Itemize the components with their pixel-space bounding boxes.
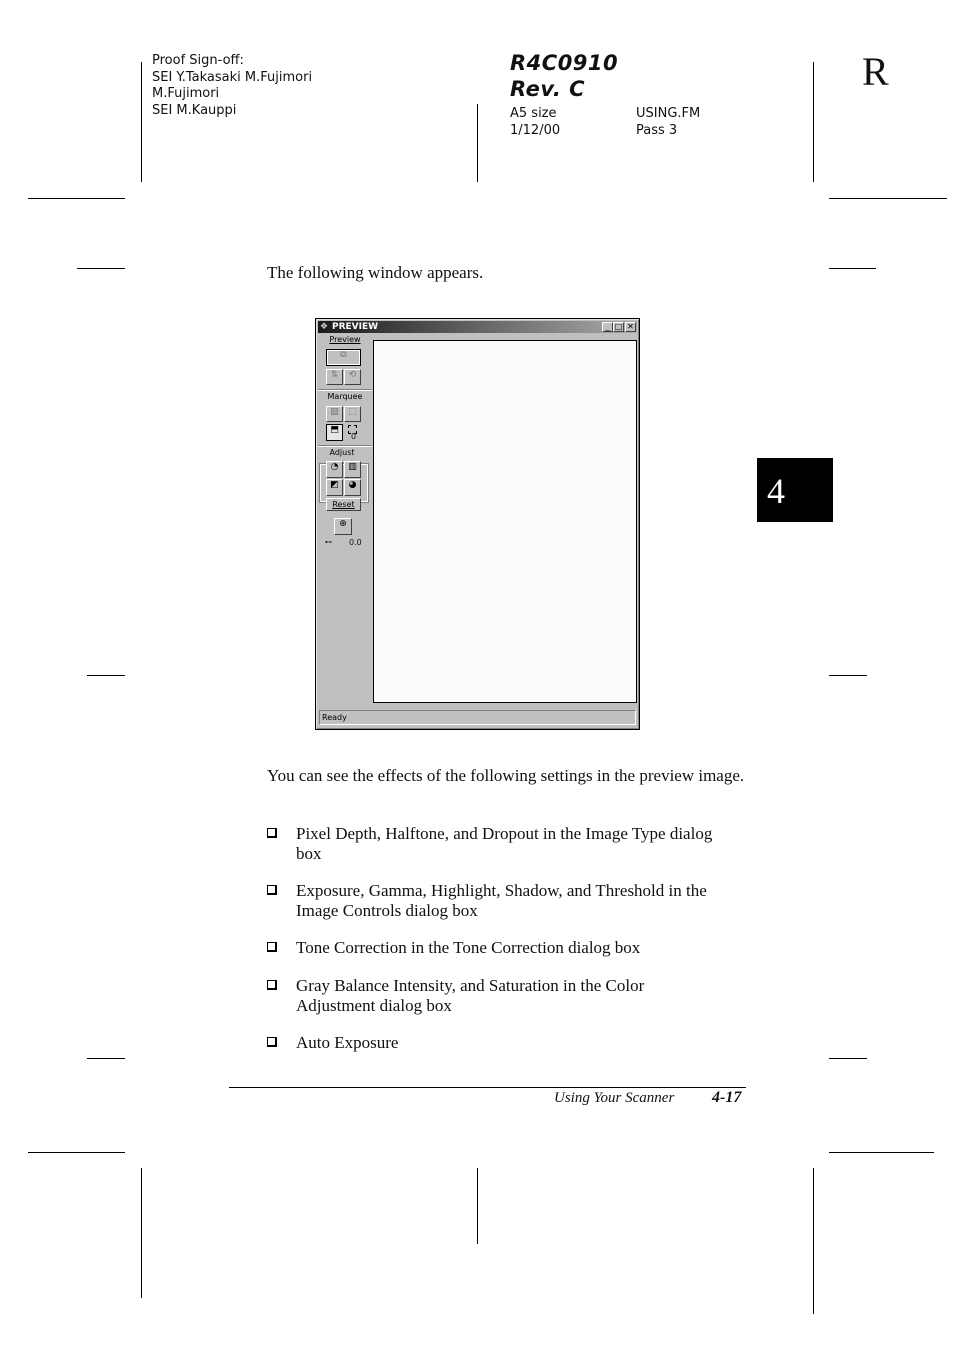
proof-line: SEI Y.Takasaki M.Fujimori bbox=[152, 69, 313, 85]
preview-canvas[interactable] bbox=[373, 340, 637, 703]
crop-mark bbox=[87, 675, 125, 676]
checkbox-bullet-icon bbox=[267, 942, 277, 952]
duplicate-marquee-icon: ⬚ bbox=[348, 407, 357, 417]
tone-correction-button[interactable]: ◩ bbox=[326, 479, 343, 496]
bullet-line: box bbox=[296, 844, 322, 863]
doc-code-block: R4C0910 Rev. C bbox=[510, 50, 618, 102]
crop-mark bbox=[829, 675, 867, 676]
zoom-preview-icon: ⧉ bbox=[340, 350, 347, 360]
bullet-line: Adjustment dialog box bbox=[296, 996, 452, 1015]
status-bar: Ready bbox=[319, 710, 636, 725]
crop-mark bbox=[141, 62, 142, 182]
marquee-count: 0 bbox=[351, 432, 357, 441]
auto-exposure-icon: ◔ bbox=[330, 462, 339, 472]
crop-mark bbox=[141, 1168, 142, 1298]
marquee-section-label: Marquee bbox=[327, 392, 363, 401]
separator bbox=[318, 445, 372, 447]
crop-mark bbox=[28, 198, 125, 199]
crop-mark bbox=[829, 268, 876, 269]
reset-button[interactable]: Reset bbox=[326, 498, 361, 511]
pass: Pass 3 bbox=[636, 122, 678, 138]
zoom-value: 0.0 bbox=[349, 538, 362, 547]
marquee-tool-icon: ⬒ bbox=[330, 425, 339, 435]
checkbox-bullet-icon bbox=[267, 980, 277, 990]
window-title: PREVIEW bbox=[332, 322, 379, 332]
crop-mark bbox=[829, 1058, 867, 1059]
bullet-item: Gray Balance Intensity, and Saturation i… bbox=[296, 976, 756, 1016]
color-adjustment-button[interactable]: ◕ bbox=[344, 479, 361, 496]
crop-mark bbox=[477, 104, 478, 182]
delete-marquee-button[interactable]: ▨ bbox=[326, 406, 343, 422]
title-bar: ❖ PREVIEW _ □ ✕ bbox=[318, 321, 637, 333]
tone-curve-icon: ◩ bbox=[330, 480, 339, 490]
intro-text: The following window appears. bbox=[267, 263, 484, 282]
zoom-view-button[interactable]: ⊕ bbox=[334, 518, 352, 535]
crop-mark bbox=[87, 1058, 125, 1059]
preview-section-label: Preview bbox=[329, 335, 361, 344]
zoom-icon: ⟲ bbox=[348, 370, 357, 380]
corner-letter: R bbox=[862, 49, 889, 94]
file-name: USING.FM bbox=[636, 106, 701, 121]
close-button[interactable]: ✕ bbox=[625, 322, 636, 332]
minimize-button[interactable]: _ bbox=[602, 322, 613, 332]
checkbox-bullet-icon bbox=[267, 885, 277, 895]
bullet-line: Gray Balance Intensity, and Saturation i… bbox=[296, 976, 645, 995]
bullet-line: Image Controls dialog box bbox=[296, 901, 478, 920]
bullet-line: Exposure, Gamma, Highlight, Shadow, and … bbox=[296, 881, 707, 900]
description-paragraph: You can see the effects of the following… bbox=[267, 766, 745, 785]
auto-exposure-button[interactable]: ◔ bbox=[326, 461, 343, 478]
bullet-line: Pixel Depth, Halftone, and Dropout in th… bbox=[296, 824, 713, 843]
chapter-number: 4 bbox=[767, 471, 785, 511]
crop-mark bbox=[829, 198, 947, 199]
crop-mark bbox=[813, 62, 814, 182]
checkbox-bullet-icon bbox=[267, 828, 277, 838]
bullet-line: Auto Exposure bbox=[296, 1033, 399, 1052]
duplicate-marquee-button[interactable]: ⬚ bbox=[344, 406, 361, 422]
image-controls-icon: ▥ bbox=[348, 462, 357, 472]
bullet-item: Pixel Depth, Halftone, and Dropout in th… bbox=[296, 824, 756, 864]
crop-mark bbox=[477, 1168, 478, 1244]
footer-section: Using Your Scanner bbox=[554, 1090, 675, 1106]
auto-locate-icon: ⇅ bbox=[330, 370, 339, 380]
delete-marquee-icon: ▨ bbox=[330, 407, 339, 417]
bullet-line: Tone Correction in the Tone Correction d… bbox=[296, 938, 641, 957]
auto-locate-button[interactable]: ⇅ bbox=[326, 369, 343, 385]
app-icon: ❖ bbox=[320, 321, 329, 331]
adjust-section-label: Adjust bbox=[329, 448, 355, 457]
doc-code: R4C0910 bbox=[510, 51, 619, 75]
crop-mark bbox=[28, 1152, 125, 1153]
magnifier-icon: ⊕ bbox=[339, 519, 347, 529]
proof-line: SEI M.Kauppi bbox=[152, 102, 237, 118]
bullet-item: Auto Exposure bbox=[296, 1033, 756, 1053]
meta-right: USING.FM Pass 3 bbox=[636, 106, 700, 139]
chapter-tab: 4 bbox=[757, 458, 833, 522]
image-controls-button[interactable]: ▥ bbox=[344, 461, 361, 478]
marquee-tool-button[interactable]: ⬒ bbox=[326, 424, 343, 441]
date: 1/12/00 bbox=[510, 122, 561, 138]
preview-window: ❖ PREVIEW _ □ ✕ Preview ⧉ ⇅ ⟲ Marquee ▨ … bbox=[315, 318, 640, 730]
color-wheel-icon: ◕ bbox=[348, 480, 357, 490]
footer-rule bbox=[229, 1087, 746, 1088]
crop-mark bbox=[829, 1152, 934, 1153]
proof-signoff: Proof Sign-off: SEI Y.Takasaki M.Fujimor… bbox=[152, 53, 312, 119]
meta-left: A5 size 1/12/00 bbox=[510, 106, 560, 139]
proof-line: Proof Sign-off: bbox=[152, 53, 244, 68]
proof-line: M.Fujimori bbox=[152, 86, 220, 101]
separator bbox=[318, 389, 372, 391]
checkbox-bullet-icon bbox=[267, 1037, 277, 1047]
preview-button[interactable]: ⧉ bbox=[326, 349, 361, 366]
crop-mark bbox=[813, 1168, 814, 1314]
bullet-item: Exposure, Gamma, Highlight, Shadow, and … bbox=[296, 881, 756, 921]
maximize-button[interactable]: □ bbox=[613, 322, 624, 332]
zoom-ratio-icon: ⊷ bbox=[325, 538, 332, 546]
page-number: 4-17 bbox=[712, 1089, 742, 1106]
crop-mark bbox=[77, 268, 125, 269]
zoom-button[interactable]: ⟲ bbox=[344, 369, 361, 385]
page-size: A5 size bbox=[510, 106, 557, 121]
revision: Rev. C bbox=[510, 77, 586, 101]
bullet-item: Tone Correction in the Tone Correction d… bbox=[296, 938, 756, 958]
